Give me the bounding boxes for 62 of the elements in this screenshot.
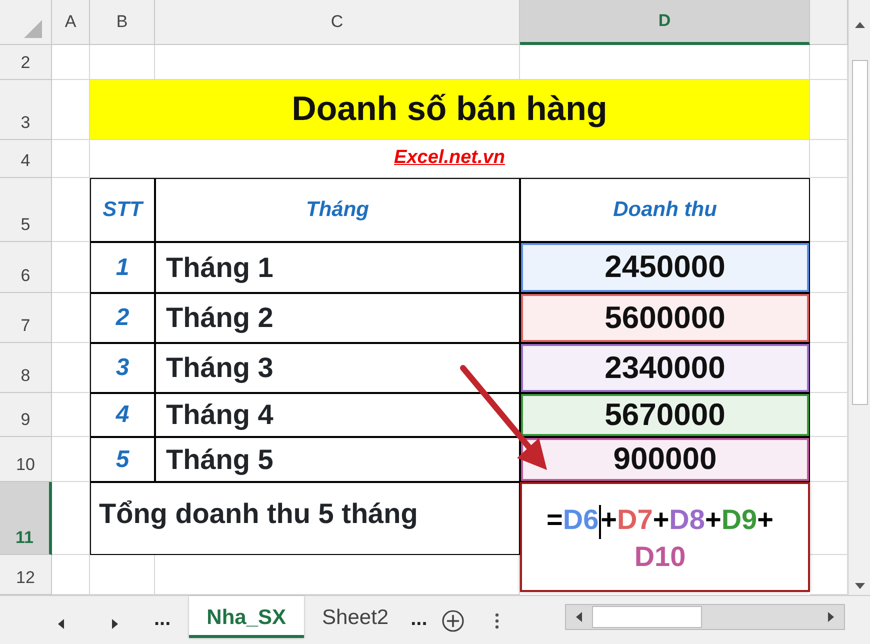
- empty-cell[interactable]: [52, 482, 90, 555]
- row-header[interactable]: 6: [0, 242, 52, 293]
- empty-cell[interactable]: [52, 393, 90, 437]
- sheet-tab[interactable]: Sheet2: [304, 596, 407, 638]
- column-heading: STT: [90, 178, 155, 242]
- scroll-left-icon[interactable]: [574, 611, 584, 623]
- table-cell: Tháng 2: [155, 293, 520, 343]
- row-header[interactable]: 5: [0, 178, 52, 242]
- scroll-tabs-left-icon[interactable]: [56, 618, 66, 630]
- horizontal-scrollbar[interactable]: [565, 604, 845, 630]
- column-heading: Doanh thu: [520, 178, 810, 242]
- row-header[interactable]: 9: [0, 393, 52, 437]
- row-header[interactable]: 10: [0, 437, 52, 482]
- highlighted-cell: 900000: [521, 438, 809, 481]
- add-sheet-icon[interactable]: [441, 609, 466, 633]
- empty-cell[interactable]: [52, 178, 90, 242]
- scrollbar-thumb[interactable]: [852, 60, 868, 405]
- table-cell: 5: [90, 437, 155, 482]
- table-cell: Tháng 1: [155, 242, 520, 293]
- table-cell: Tháng 5: [155, 437, 520, 482]
- sheet-tab[interactable]: Nha_SX: [188, 596, 304, 638]
- column-header[interactable]: C: [155, 0, 520, 45]
- row-header[interactable]: 11: [0, 482, 52, 555]
- sheet-title: Doanh số bán hàng: [90, 80, 810, 140]
- column-header[interactable]: D: [520, 0, 810, 45]
- more-tabs-button[interactable]: ...: [410, 604, 428, 634]
- empty-cell[interactable]: [52, 242, 90, 293]
- scroll-tabs-right-icon[interactable]: [110, 618, 120, 630]
- highlighted-cell: 2340000: [521, 344, 809, 392]
- table-cell: 4: [90, 393, 155, 437]
- table-cell: 3: [90, 343, 155, 393]
- column-heading: Tháng: [155, 178, 520, 242]
- empty-cell[interactable]: [52, 293, 90, 343]
- table-cell: 2: [90, 293, 155, 343]
- column-header[interactable]: [810, 0, 848, 45]
- scroll-down-icon[interactable]: [854, 581, 866, 591]
- website-link[interactable]: Excel.net.vn: [394, 144, 505, 173]
- scroll-right-icon[interactable]: [826, 611, 836, 623]
- column-header[interactable]: B: [90, 0, 155, 45]
- empty-cell[interactable]: [52, 437, 90, 482]
- row-header[interactable]: 4: [0, 140, 52, 178]
- scroll-up-icon[interactable]: [854, 20, 866, 30]
- splitter-handle-icon[interactable]: [495, 613, 500, 629]
- row-header[interactable]: 7: [0, 293, 52, 343]
- row-header[interactable]: 2: [0, 45, 52, 80]
- more-tabs-button[interactable]: ...: [154, 604, 171, 634]
- table-cell: 1: [90, 242, 155, 293]
- row-header[interactable]: 3: [0, 80, 52, 140]
- select-all-icon[interactable]: [24, 20, 42, 38]
- highlighted-cell: 5670000: [521, 394, 809, 436]
- highlighted-cell: 2450000: [521, 243, 809, 292]
- row-header[interactable]: 8: [0, 343, 52, 393]
- row-header[interactable]: 12: [0, 555, 52, 595]
- select-all-corner[interactable]: [0, 0, 52, 45]
- empty-cell[interactable]: [52, 343, 90, 393]
- highlighted-cell: 5600000: [521, 294, 809, 342]
- table-cell: Tháng 3: [155, 343, 520, 393]
- table-cell: Tổng doanh thu 5 tháng: [90, 482, 520, 555]
- scrollbar-thumb[interactable]: [592, 606, 702, 628]
- column-header[interactable]: A: [52, 0, 90, 45]
- formula-editor[interactable]: =D6+D7+D8+D9+ D10: [520, 482, 810, 592]
- table-cell: Tháng 4: [155, 393, 520, 437]
